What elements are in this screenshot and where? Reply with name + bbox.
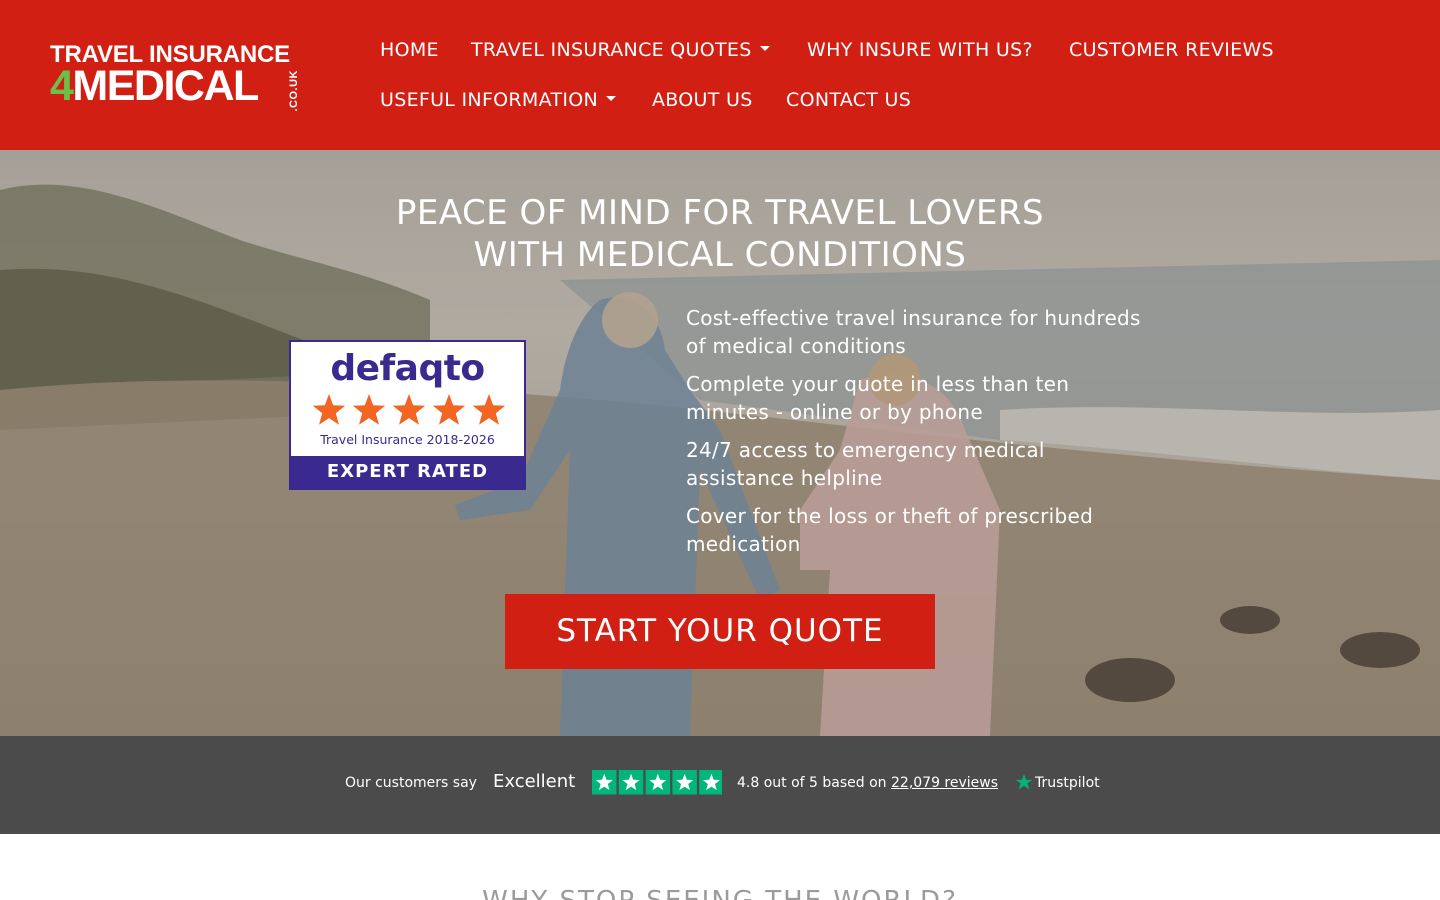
hero-title: PEACE OF MIND FOR TRAVEL LOVERS WITH MED… <box>320 192 1120 276</box>
benefit-item: Cover for the loss or theft of prescribe… <box>686 504 1094 556</box>
defaqto-badge[interactable]: defaqto Travel Insurance 2018-2026 EXPER… <box>289 340 526 490</box>
star-icon <box>472 394 506 425</box>
site-logo[interactable]: TRAVEL INSURANCE 4MEDICAL .CO.UK <box>50 42 302 112</box>
trustpilot-score: 4.8 out of 5 based on 22,079 reviews <box>737 774 998 792</box>
defaqto-subtitle: Travel Insurance 2018-2026 <box>320 432 495 447</box>
logo-word: MEDICAL <box>72 62 259 110</box>
nav-customer-reviews[interactable]: CUSTOMER REVIEWS <box>1069 38 1274 62</box>
hero-title-line1: PEACE OF MIND FOR TRAVEL LOVERS <box>395 193 1045 233</box>
nav-useful-label: USEFUL INFORMATION <box>380 89 599 111</box>
trustpilot-intro: Our customers say <box>345 775 477 791</box>
nav-contact-us[interactable]: CONTACT US <box>786 88 911 112</box>
star-icon <box>392 394 426 425</box>
hero-title-line2: WITH MEDICAL CONDITIONS <box>473 235 967 275</box>
trustpilot-stars <box>592 770 722 795</box>
trustpilot-star-icon <box>592 770 617 795</box>
hero-banner: PEACE OF MIND FOR TRAVEL LOVERS WITH MED… <box>0 150 1440 736</box>
trustpilot-score-text: 4.8 out of 5 based on <box>737 775 887 791</box>
benefits-list: Cost-effective travel insurance for hund… <box>686 304 1146 568</box>
logo-suffix: .CO.UK <box>288 70 300 112</box>
benefit-item: Complete your quote in less than ten min… <box>686 372 1070 424</box>
trustpilot-star-icon <box>699 770 722 795</box>
trustpilot-widget: Our customers say Excellent 4.8 out of 5… <box>0 736 1440 834</box>
defaqto-brand: defaqto <box>330 348 485 389</box>
trustpilot-star-icon <box>618 770 644 795</box>
trustpilot-brand: Trustpilot <box>1035 775 1100 791</box>
logo-number: 4 <box>50 62 74 110</box>
site-header: TRAVEL INSURANCE 4MEDICAL .CO.UK HOME TR… <box>0 0 1440 150</box>
star-icon <box>352 394 386 425</box>
logo-line2: 4MEDICAL <box>50 65 259 108</box>
nav-about-us[interactable]: ABOUT US <box>652 88 753 112</box>
nav-quotes[interactable]: TRAVEL INSURANCE QUOTES <box>471 38 770 62</box>
next-section-heading: WHY STOP SEEING THE WORLD? <box>320 886 1120 900</box>
benefit-item: Cost-effective travel insurance for hund… <box>686 306 1141 358</box>
caret-down-icon <box>606 96 617 101</box>
trustpilot-star-icon <box>672 770 697 795</box>
defaqto-stars <box>312 394 506 425</box>
trustpilot-logo[interactable]: Trustpilot <box>1015 772 1100 794</box>
nav-useful-information[interactable]: USEFUL INFORMATION <box>380 88 617 112</box>
trustpilot-rating-word: Excellent <box>493 771 576 792</box>
benefit-item: 24/7 access to emergency medical assista… <box>686 438 1045 490</box>
nav-home[interactable]: HOME <box>380 38 439 62</box>
defaqto-expert-rated: EXPERT RATED <box>291 456 524 488</box>
star-icon <box>312 394 346 425</box>
nav-quotes-label: TRAVEL INSURANCE QUOTES <box>471 39 752 61</box>
nav-why-insure[interactable]: WHY INSURE WITH US? <box>807 38 1033 62</box>
trustpilot-star-icon <box>1015 774 1033 790</box>
star-icon <box>432 394 466 425</box>
caret-down-icon <box>759 46 770 51</box>
trustpilot-reviews-link[interactable]: 22,079 reviews <box>891 775 998 791</box>
start-quote-button[interactable]: START YOUR QUOTE <box>505 594 935 669</box>
trustpilot-star-icon <box>645 770 671 795</box>
